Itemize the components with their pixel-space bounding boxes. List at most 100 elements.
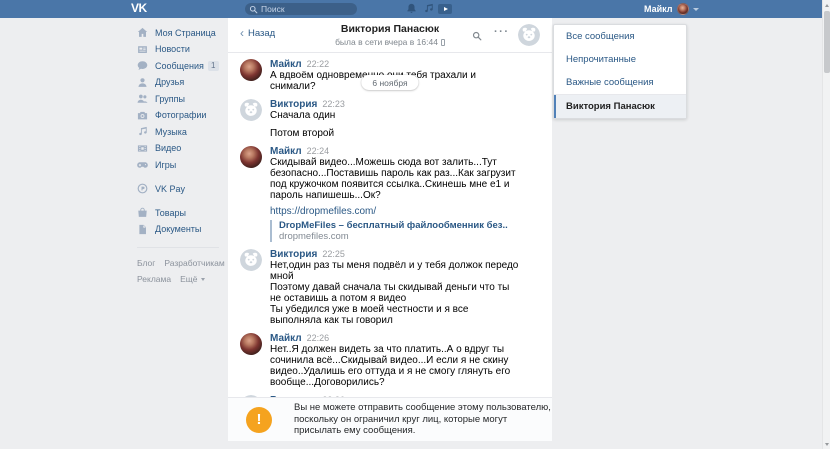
market-icon xyxy=(137,207,148,218)
vk-page: VK Майкл Моя Страница Новости Сообщения 1 Др… xyxy=(0,0,830,449)
sidebar-item-market[interactable]: Товары xyxy=(137,207,219,218)
global-search-input[interactable] xyxy=(245,3,357,15)
last-seen-status: была в сети вчера в 16:44 xyxy=(288,37,492,47)
sidebar-items: Моя Страница Новости Сообщения 1 Друзья Групп… xyxy=(137,27,219,235)
attachment-title[interactable]: DropMeFiles – бесплатный файлообменник б… xyxy=(279,220,524,231)
sidebar-item-label: Музыка xyxy=(155,127,187,137)
cannot-send-warning: ! Вы не можете отправить сообщение этому… xyxy=(228,397,552,441)
message-link[interactable]: https://dropmefiles.com/ xyxy=(270,206,522,217)
message-list: Майкл22:22А вдвоём одновременно они тебя… xyxy=(228,55,552,420)
bell-icon[interactable] xyxy=(406,3,417,14)
conversation-title-block: Виктория Панасюк была в сети вчера в 16:… xyxy=(288,23,492,47)
sidebar-item-vkpay[interactable]: VK Pay xyxy=(137,183,219,194)
footer-link[interactable]: Ещё xyxy=(180,274,204,284)
link-attachment-card[interactable]: DropMeFiles – бесплатный файлообменник б… xyxy=(270,220,540,242)
scrollbar-thumb[interactable] xyxy=(824,11,830,73)
footer-links-row: Реклама Ещё xyxy=(137,274,219,284)
attachment-domain: dropmefiles.com xyxy=(279,231,540,242)
scroll-down-arrow[interactable] xyxy=(823,439,830,449)
avatar[interactable] xyxy=(240,146,262,168)
music-note-icon xyxy=(137,126,148,137)
sidebar-item-documents[interactable]: Документы xyxy=(137,224,219,235)
sidebar-item-music-note[interactable]: Музыка xyxy=(137,126,219,137)
sidebar-item-home[interactable]: Моя Страница xyxy=(137,27,219,38)
sidebar-item-video[interactable]: Видео xyxy=(137,143,219,154)
conversation-title[interactable]: Виктория Панасюк xyxy=(288,23,492,35)
dropdown-item[interactable]: Все сообщения xyxy=(554,25,686,48)
mobile-icon xyxy=(441,39,445,46)
music-icon[interactable] xyxy=(423,3,434,14)
message-body: Виктория 22:25Нет,один раз ты меня подвёл… xyxy=(270,249,540,326)
sidebar-item-groups[interactable]: Группы xyxy=(137,93,219,104)
message-time: 22:25 xyxy=(322,249,345,259)
video-player-icon[interactable] xyxy=(438,4,452,14)
message: Виктория22:23Сначала одинПотом второй xyxy=(228,95,552,142)
message-body: Майкл22:24Скидывай видео...Можешь сюда в… xyxy=(270,146,540,242)
sidebar-item-photos[interactable]: Фотографии xyxy=(137,110,219,121)
avatar[interactable] xyxy=(240,59,262,81)
games-icon xyxy=(137,159,148,170)
avatar-dog-placeholder[interactable] xyxy=(240,99,262,121)
date-separator: 6 ноября xyxy=(361,75,418,90)
sender-name[interactable]: Виктория xyxy=(270,249,317,260)
scroll-up-arrow[interactable] xyxy=(823,0,830,10)
message: Майкл 22:26Нет..Я должен видеть за что пл… xyxy=(228,329,552,391)
sender-name[interactable]: Майкл xyxy=(270,59,302,70)
sidebar-item-label: Игры xyxy=(155,160,176,170)
sidebar-item-messages[interactable]: Сообщения 1 xyxy=(137,60,219,71)
user-name: Майкл xyxy=(644,4,672,14)
message: Майкл22:24Скидывай видео...Можешь сюда в… xyxy=(228,142,552,245)
sender-name[interactable]: Майкл xyxy=(270,333,302,344)
message-body: Виктория22:23Сначала одинПотом второй xyxy=(270,99,540,139)
chevron-down-icon xyxy=(693,8,699,11)
unread-count-badge: 1 xyxy=(208,61,219,71)
sidebar-item-label: Сообщения xyxy=(155,61,204,71)
groups-icon xyxy=(137,93,148,104)
conversation-search-icon[interactable] xyxy=(472,31,482,41)
sidebar-item-label: Новости xyxy=(155,44,190,54)
footer-link[interactable]: Реклама xyxy=(137,274,171,284)
sidebar-item-label: Видео xyxy=(155,143,181,153)
sender-name[interactable]: Майкл xyxy=(270,146,302,157)
footer-link[interactable]: Блог xyxy=(137,258,155,268)
footer-links-row: БлогРазработчикам xyxy=(137,258,219,268)
top-navbar: VK Майкл xyxy=(0,0,822,18)
sidebar-divider xyxy=(137,247,219,248)
warning-icon: ! xyxy=(246,407,272,433)
sidebar-item-games[interactable]: Игры xyxy=(137,159,219,170)
back-button[interactable]: ‹Назад xyxy=(240,28,275,39)
messages-icon xyxy=(137,60,148,71)
sidebar-item-label: VK Pay xyxy=(155,184,185,194)
sidebar-item-label: Товары xyxy=(155,208,186,218)
messages-filter-dropdown: Все сообщенияНепрочитанныеВажные сообщен… xyxy=(553,24,687,119)
message-time: 22:26 xyxy=(307,333,330,343)
message-time: 22:23 xyxy=(322,99,345,109)
avatar-dog-placeholder[interactable] xyxy=(240,249,262,271)
news-icon xyxy=(137,44,148,55)
vk-logo[interactable]: VK xyxy=(131,1,147,15)
message-text: Нет..Я должен видеть за что платить..А о… xyxy=(270,344,522,388)
video-icon xyxy=(137,143,148,154)
user-menu[interactable]: Майкл xyxy=(644,0,699,18)
sender-name[interactable]: Виктория xyxy=(270,99,317,110)
more-actions-icon[interactable]: ··· xyxy=(494,26,510,38)
friends-icon xyxy=(137,77,148,88)
sidebar-item-news[interactable]: Новости xyxy=(137,44,219,55)
peer-avatar[interactable] xyxy=(518,24,540,46)
dropdown-item[interactable]: Непрочитанные xyxy=(554,48,686,71)
message-body: Майкл 22:26Нет..Я должен видеть за что пл… xyxy=(270,333,540,388)
sidebar-menu: Моя Страница Новости Сообщения 1 Друзья Групп… xyxy=(137,27,219,290)
message: Виктория 22:25Нет,один раз ты меня подвёл… xyxy=(228,245,552,329)
message-text: Нет,один раз ты меня подвёл и у тебя дол… xyxy=(270,260,522,326)
chevron-left-icon: ‹ xyxy=(240,29,244,38)
footer-link[interactable]: Разработчикам xyxy=(164,258,224,268)
sidebar-item-label: Группы xyxy=(155,94,185,104)
sidebar-footer: БлогРазработчикам Реклама Ещё xyxy=(137,258,219,284)
sidebar-item-label: Фотографии xyxy=(155,110,206,120)
dropdown-item-selected-dialog[interactable]: Виктория Панасюк xyxy=(554,95,686,118)
warning-text: Вы не можете отправить сообщение этому п… xyxy=(294,402,552,437)
dropdown-item[interactable]: Важные сообщения xyxy=(554,71,686,94)
sidebar-item-friends[interactable]: Друзья xyxy=(137,77,219,88)
browser-scrollbar[interactable] xyxy=(822,0,830,449)
avatar[interactable] xyxy=(240,333,262,355)
